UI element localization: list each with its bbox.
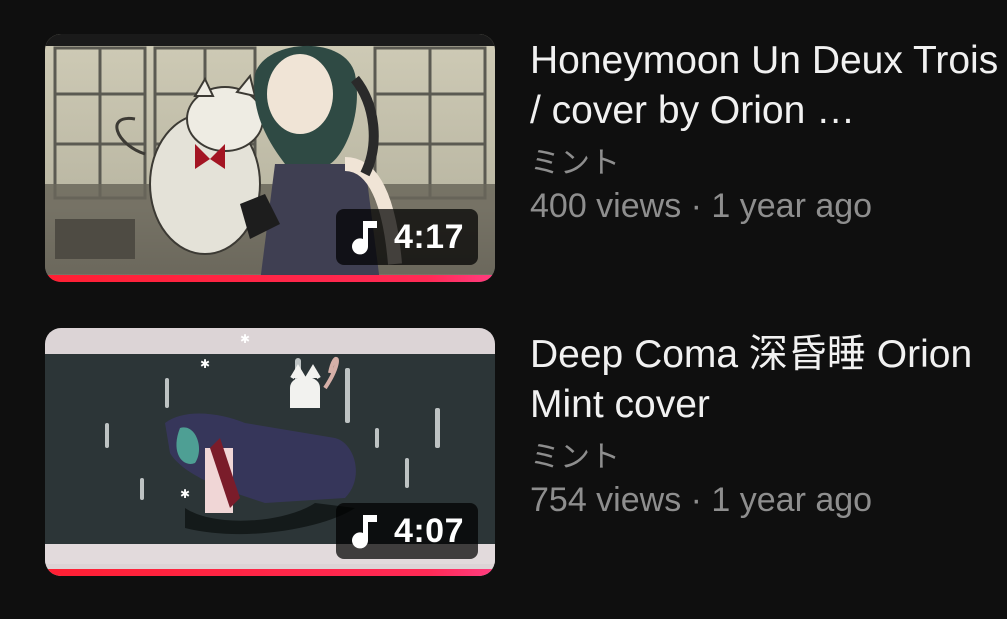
watch-progress-bar [45,569,495,576]
video-stats: 754 views · 1 year ago [530,478,1007,522]
watch-progress-bar [45,275,495,282]
view-count: 400 views [530,187,682,225]
video-item[interactable]: 4:17 Honeymoon Un Deux Trois / cover by … [45,34,1007,284]
watch-progress-fill [45,275,495,282]
upload-age: 1 year ago [711,187,873,225]
video-title[interactable]: Deep Coma 深昏睡 Orion Mint cover [530,330,1007,430]
music-note-icon [351,221,377,255]
duration-label: 4:07 [393,511,464,550]
channel-name[interactable]: ミント [530,438,1007,478]
stats-separator: · [681,187,712,225]
watch-progress-fill [45,569,495,576]
video-thumbnail[interactable]: 4:17 [45,34,495,282]
video-list: 4:17 Honeymoon Un Deux Trois / cover by … [0,0,1007,619]
svg-text:✱: ✱ [180,487,190,501]
svg-text:✱: ✱ [200,357,210,371]
upload-age: 1 year ago [711,481,873,519]
video-title[interactable]: Honeymoon Un Deux Trois / cover by Orion… [530,36,1007,136]
music-note-icon [351,515,377,549]
stats-separator: · [681,481,712,519]
video-stats: 400 views · 1 year ago [530,184,1007,228]
duration-badge: 4:07 [335,503,478,559]
video-thumbnail[interactable]: ✱ ✱ ✱ ✱ [45,328,495,576]
duration-badge: 4:17 [335,209,478,265]
view-count: 754 views [530,481,682,519]
video-metadata: Honeymoon Un Deux Trois / cover by Orion… [530,36,1007,228]
svg-text:✱: ✱ [240,332,250,346]
duration-label: 4:17 [393,217,464,256]
channel-name[interactable]: ミント [530,144,1007,184]
video-metadata: Deep Coma 深昏睡 Orion Mint cover ミント 754 v… [530,330,1007,522]
video-item[interactable]: ✱ ✱ ✱ ✱ [45,328,1007,578]
